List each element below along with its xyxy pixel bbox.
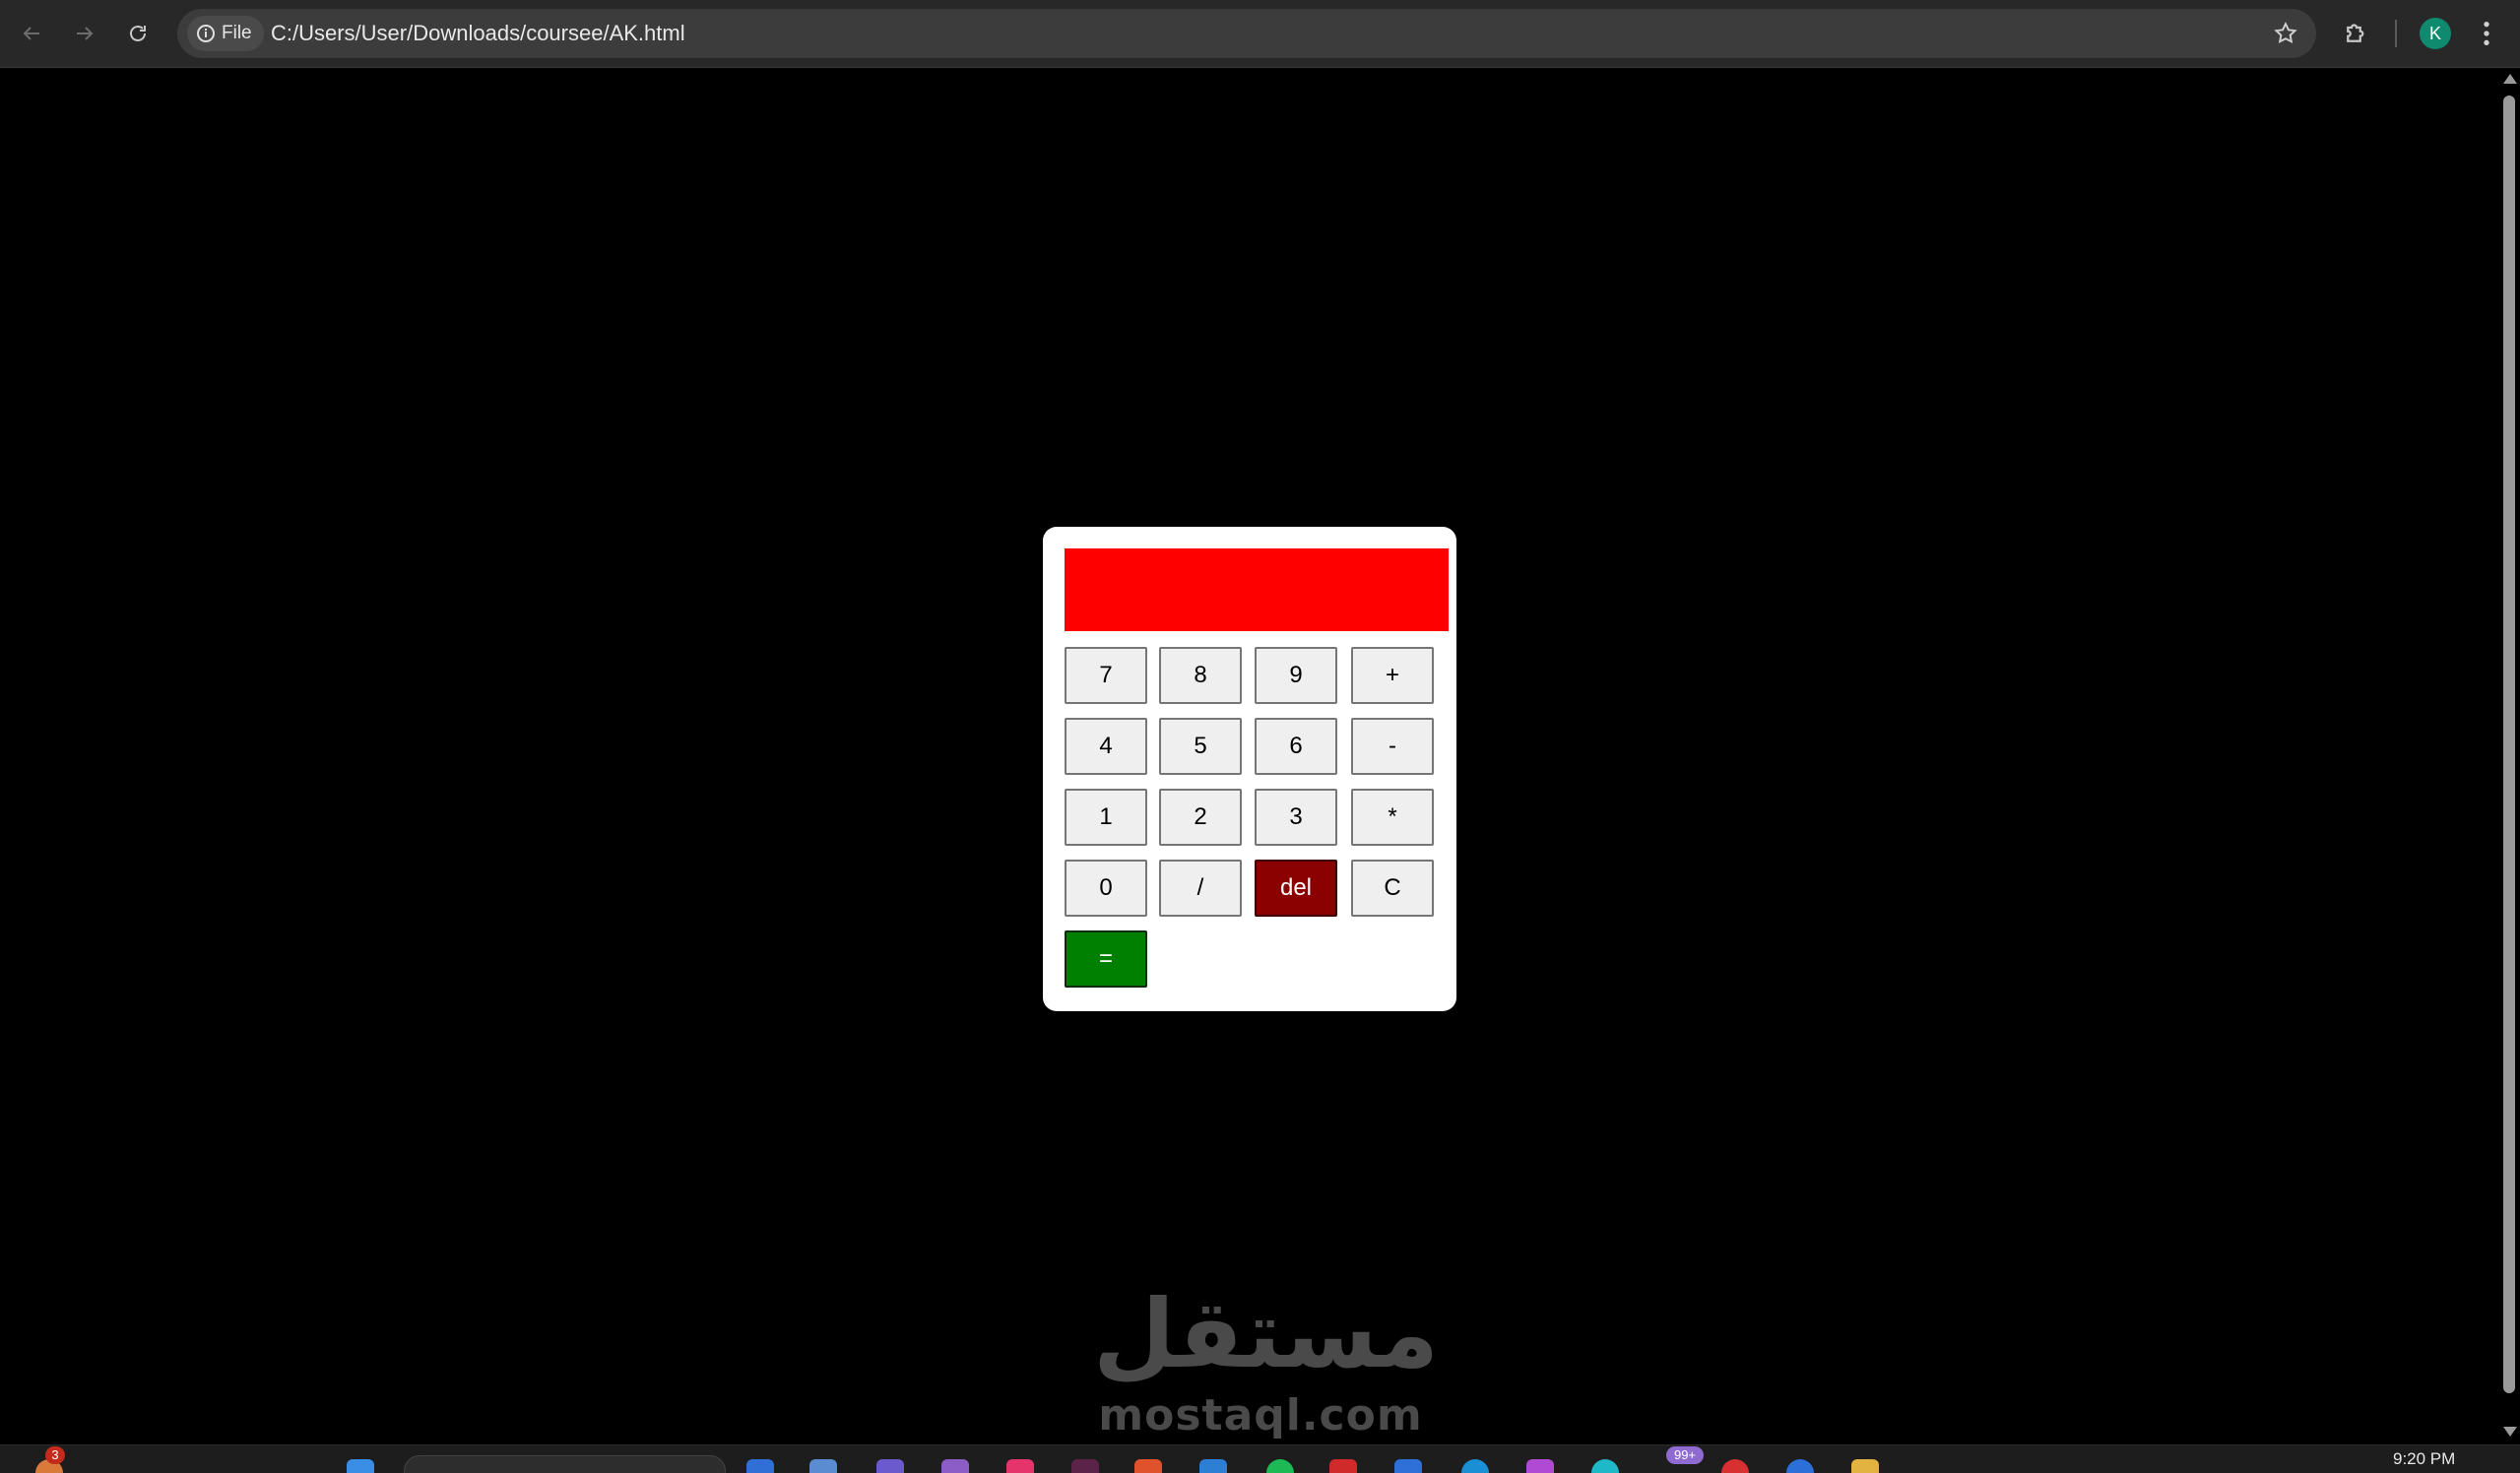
app-icon-11[interactable] xyxy=(1461,1459,1489,1473)
key-0-button[interactable]: 0 xyxy=(1065,860,1147,917)
app-icon-8[interactable] xyxy=(1199,1459,1227,1473)
app-icon-14[interactable] xyxy=(1721,1459,1749,1473)
calculator: 7 8 9 + 4 5 6 - 1 2 3 * 0 / del C = xyxy=(1043,527,1456,1011)
overflow-badge: 99+ xyxy=(1666,1446,1704,1464)
kebab-menu-icon[interactable] xyxy=(2477,18,2496,49)
watermark-arabic: مستقل xyxy=(1093,1279,1440,1389)
app-icon-1[interactable] xyxy=(746,1459,774,1473)
app-icon-4[interactable] xyxy=(941,1459,969,1473)
notification-badge: 3 xyxy=(45,1446,65,1464)
reload-button[interactable] xyxy=(120,16,156,51)
windows-taskbar: 3 99+ 9:20 PM xyxy=(0,1444,2520,1473)
minus-button[interactable]: - xyxy=(1351,718,1434,775)
info-icon xyxy=(197,25,215,42)
site-chip-label: File xyxy=(222,23,252,43)
scroll-up-arrow-icon[interactable] xyxy=(2503,74,2517,84)
key-1-button[interactable]: 1 xyxy=(1065,789,1147,846)
browser-toolbar: File C:/Users/User/Downloads/coursee/AK.… xyxy=(0,0,2520,68)
taskbar-search-box[interactable] xyxy=(404,1455,726,1473)
app-icon-2[interactable] xyxy=(809,1459,837,1473)
equals-button[interactable]: = xyxy=(1065,930,1147,988)
app-icon-7[interactable] xyxy=(1134,1459,1162,1473)
app-icon-10[interactable] xyxy=(1394,1459,1422,1473)
plus-button[interactable]: + xyxy=(1351,647,1434,704)
arrow-left-icon xyxy=(23,27,39,40)
page-scrollbar[interactable] xyxy=(2498,68,2520,1444)
app-icon-15[interactable] xyxy=(1786,1459,1814,1473)
key-5-button[interactable]: 5 xyxy=(1159,718,1242,775)
scroll-down-arrow-icon[interactable] xyxy=(2503,1427,2517,1437)
forward-button[interactable] xyxy=(67,16,102,51)
delete-button[interactable]: del xyxy=(1255,860,1337,917)
site-info-chip[interactable]: File xyxy=(187,16,264,51)
watermark-latin: mostaql.com xyxy=(1098,1390,1423,1441)
app-icon-12[interactable] xyxy=(1526,1459,1554,1473)
app-icon-5[interactable] xyxy=(1006,1459,1034,1473)
app-icon-6[interactable] xyxy=(1071,1459,1099,1473)
key-4-button[interactable]: 4 xyxy=(1065,718,1147,775)
calculator-display[interactable] xyxy=(1065,548,1449,631)
divide-button[interactable]: / xyxy=(1159,860,1242,917)
clear-button[interactable]: C xyxy=(1351,860,1434,917)
reload-icon xyxy=(130,26,146,41)
toolbar-divider xyxy=(2395,20,2397,47)
key-6-button[interactable]: 6 xyxy=(1255,718,1337,775)
app-icon-9[interactable] xyxy=(1329,1459,1357,1473)
bookmark-star-icon[interactable] xyxy=(2273,21,2298,46)
profile-avatar[interactable]: K xyxy=(2420,18,2451,49)
url-text[interactable]: C:/Users/User/Downloads/coursee/AK.html xyxy=(271,9,685,58)
key-8-button[interactable]: 8 xyxy=(1159,647,1242,704)
folder-icon[interactable] xyxy=(1851,1459,1879,1473)
key-2-button[interactable]: 2 xyxy=(1159,789,1242,846)
spotify-icon[interactable] xyxy=(1266,1459,1294,1473)
scroll-thumb[interactable] xyxy=(2503,96,2515,1393)
key-3-button[interactable]: 3 xyxy=(1255,789,1337,846)
taskbar-clock[interactable]: 9:20 PM xyxy=(2393,1449,2455,1469)
extensions-icon[interactable] xyxy=(2342,18,2371,47)
key-7-button[interactable]: 7 xyxy=(1065,647,1147,704)
key-9-button[interactable]: 9 xyxy=(1255,647,1337,704)
start-icon[interactable] xyxy=(347,1459,374,1473)
app-icon-3[interactable] xyxy=(876,1459,904,1473)
arrow-right-icon xyxy=(77,27,94,40)
multiply-button[interactable]: * xyxy=(1351,789,1434,846)
back-button[interactable] xyxy=(14,16,49,51)
app-icon-13[interactable] xyxy=(1591,1459,1619,1473)
address-bar[interactable]: File C:/Users/User/Downloads/coursee/AK.… xyxy=(177,9,2316,58)
